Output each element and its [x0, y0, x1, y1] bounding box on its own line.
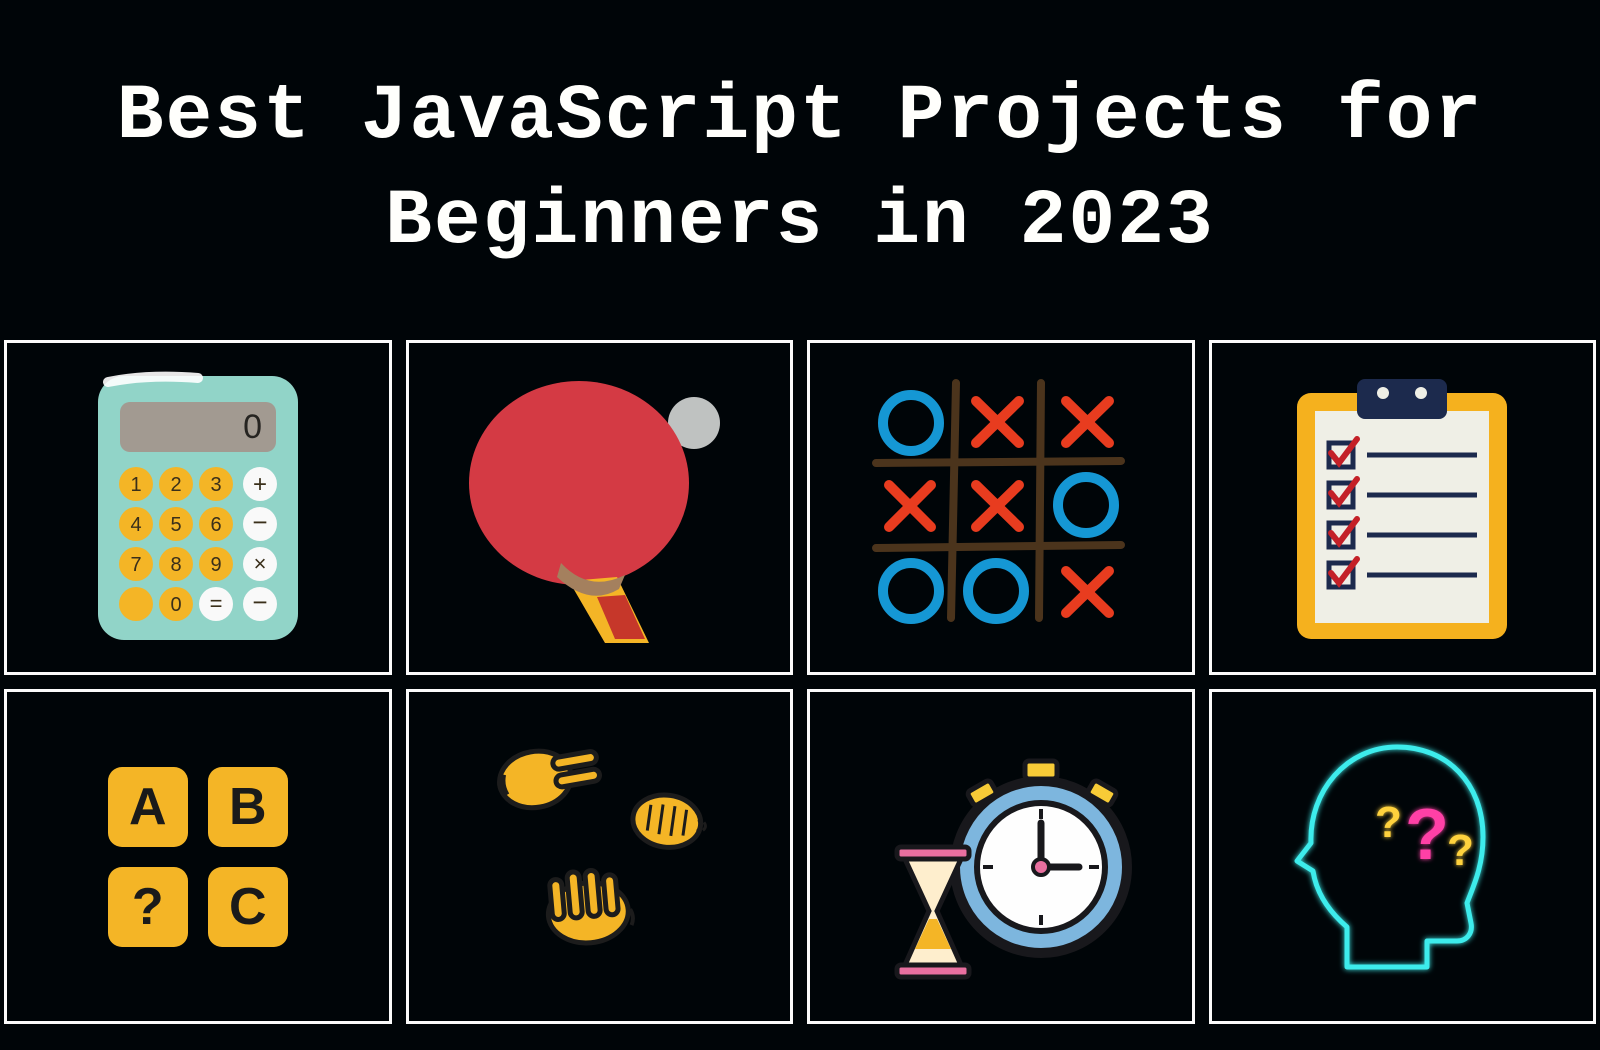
- svg-text:−: −: [252, 507, 267, 537]
- clipboard-icon: [1287, 373, 1517, 643]
- timer-icon: [861, 727, 1141, 987]
- svg-text:7: 7: [130, 554, 141, 576]
- project-card-calculator: 0 1 2 3 + 4 5 6 − 7 8 9 × 0 =: [4, 340, 392, 675]
- svg-text:0: 0: [243, 408, 262, 446]
- tic-tac-toe-icon: [861, 373, 1141, 643]
- project-card-rps: [406, 689, 794, 1024]
- rock-paper-scissors-icon: [459, 727, 739, 987]
- svg-text:?: ?: [1447, 826, 1474, 875]
- project-card-word-guess: A B ? C: [4, 689, 392, 1024]
- project-card-todo: [1209, 340, 1597, 675]
- svg-text:2: 2: [170, 474, 181, 496]
- word-guess-icon: A B ? C: [108, 767, 288, 947]
- header: Best JavaScript Projects for Beginners i…: [0, 0, 1600, 340]
- svg-text:=: =: [209, 591, 222, 616]
- project-card-timer: [807, 689, 1195, 1024]
- word-guess-tile: B: [208, 767, 288, 847]
- svg-text:?: ?: [1375, 798, 1402, 847]
- project-grid: 0 1 2 3 + 4 5 6 − 7 8 9 × 0 =: [0, 340, 1600, 1028]
- project-card-pong: [406, 340, 794, 675]
- svg-text:1: 1: [130, 474, 141, 496]
- quiz-neon-icon: ? ? ?: [1277, 727, 1527, 987]
- project-card-quiz: ? ? ?: [1209, 689, 1597, 1024]
- svg-text:5: 5: [170, 514, 181, 536]
- svg-text:8: 8: [170, 554, 181, 576]
- svg-text:6: 6: [210, 514, 221, 536]
- svg-text:0: 0: [170, 594, 181, 616]
- svg-text:?: ?: [1405, 795, 1449, 875]
- svg-text:4: 4: [130, 514, 141, 536]
- ping-pong-icon: [449, 363, 749, 653]
- word-guess-tile: A: [108, 767, 188, 847]
- calculator-icon: 0 1 2 3 + 4 5 6 − 7 8 9 × 0 =: [88, 368, 308, 648]
- svg-text:×: ×: [253, 551, 266, 576]
- page-title: Best JavaScript Projects for Beginners i…: [50, 65, 1550, 276]
- svg-text:−: −: [252, 587, 267, 617]
- word-guess-tile: C: [208, 867, 288, 947]
- svg-text:9: 9: [210, 554, 221, 576]
- word-guess-tile: ?: [108, 867, 188, 947]
- svg-text:3: 3: [210, 474, 221, 496]
- svg-text:+: +: [253, 471, 267, 498]
- project-card-tictactoe: [807, 340, 1195, 675]
